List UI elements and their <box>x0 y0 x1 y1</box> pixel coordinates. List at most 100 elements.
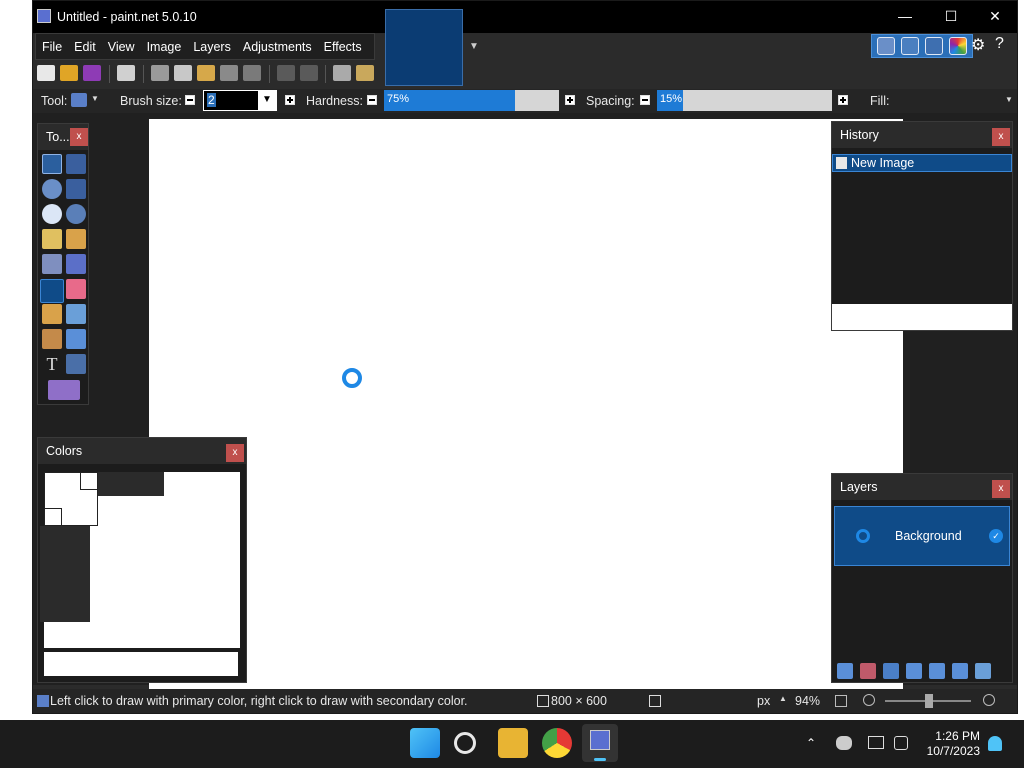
magic-wand-tool-icon[interactable] <box>42 229 62 249</box>
reset-colors-icon[interactable] <box>44 508 62 526</box>
recolor-tool-icon[interactable] <box>66 329 86 349</box>
zoom-level[interactable]: 94% <box>795 694 820 708</box>
gradient-tool-icon[interactable] <box>66 254 86 274</box>
notifications-bell-icon[interactable] <box>988 736 1002 751</box>
network-icon[interactable] <box>868 736 884 749</box>
image-list-chevron-icon[interactable]: ▼ <box>469 41 479 52</box>
zoom-to-window-icon[interactable] <box>835 695 847 707</box>
pencil-tool-icon[interactable] <box>42 304 62 324</box>
pixel-grid-icon[interactable] <box>333 65 351 81</box>
paint-bucket-tool-icon[interactable] <box>42 254 62 274</box>
merge-layer-down-icon[interactable] <box>906 663 922 679</box>
brush-size-increase-button[interactable] <box>285 95 295 105</box>
zoom-slider-thumb[interactable] <box>925 694 933 708</box>
history-item-new-image[interactable]: New Image <box>832 154 1012 172</box>
spacing-slider[interactable]: 15% <box>657 90 832 111</box>
pan-hand-tool-icon[interactable] <box>66 229 86 249</box>
onedrive-icon[interactable] <box>836 736 852 750</box>
help-icon[interactable]: ? <box>995 35 1004 53</box>
crop-to-selection-icon[interactable] <box>220 65 238 81</box>
brush-size-chevron-icon[interactable]: ▼ <box>258 91 276 110</box>
undo-icon[interactable] <box>277 65 295 81</box>
text-tool-icon[interactable]: T <box>42 354 62 374</box>
shapes-tool-icon[interactable] <box>48 380 80 400</box>
menu-effects[interactable]: Effects <box>324 40 362 54</box>
copy-icon[interactable] <box>174 65 192 81</box>
system-clock[interactable]: 1:26 PM 10/7/2023 <box>927 729 980 759</box>
layers-window-icon[interactable] <box>925 37 943 55</box>
units-chevron-icon[interactable]: ▲ <box>779 694 787 703</box>
rectangle-select-tool-icon[interactable] <box>42 154 62 174</box>
history-panel-close-button[interactable]: x <box>992 128 1010 146</box>
start-button-icon[interactable] <box>410 728 440 758</box>
line-curve-tool-icon[interactable] <box>66 354 86 374</box>
more-colors-button[interactable] <box>98 472 164 496</box>
show-hidden-icons-chevron-icon[interactable]: ⌃ <box>806 736 816 750</box>
menu-edit[interactable]: Edit <box>74 40 96 54</box>
print-icon[interactable] <box>117 65 135 81</box>
save-file-icon[interactable] <box>83 65 101 81</box>
move-layer-up-icon[interactable] <box>929 663 945 679</box>
close-button[interactable]: ✕ <box>975 5 1015 29</box>
duplicate-layer-icon[interactable] <box>883 663 899 679</box>
units-selector[interactable]: px <box>757 694 770 708</box>
menu-image[interactable]: Image <box>147 40 182 54</box>
menu-adjustments[interactable]: Adjustments <box>243 40 312 54</box>
hardness-decrease-button[interactable] <box>367 95 377 105</box>
image-canvas[interactable] <box>149 119 903 689</box>
cut-icon[interactable] <box>151 65 169 81</box>
hardness-increase-button[interactable] <box>565 95 575 105</box>
layers-panel-close-button[interactable]: x <box>992 480 1010 498</box>
history-window-icon[interactable] <box>901 37 919 55</box>
brush-size-decrease-button[interactable] <box>185 95 195 105</box>
colors-window-icon[interactable] <box>949 37 967 55</box>
search-icon[interactable] <box>454 732 476 754</box>
menu-view[interactable]: View <box>108 40 135 54</box>
swap-colors-icon[interactable] <box>80 472 98 490</box>
layer-item-background[interactable]: Background ✓ <box>834 506 1010 566</box>
hardness-slider[interactable]: 75% <box>384 90 559 111</box>
move-selection-tool-icon[interactable] <box>66 179 86 199</box>
secondary-color-area[interactable] <box>40 526 90 622</box>
file-explorer-icon[interactable] <box>498 728 528 758</box>
tools-window-icon[interactable] <box>877 37 895 55</box>
open-file-icon[interactable] <box>60 65 78 81</box>
paste-icon[interactable] <box>197 65 215 81</box>
delete-layer-icon[interactable] <box>860 663 876 679</box>
deselect-icon[interactable] <box>243 65 261 81</box>
colors-panel-close-button[interactable]: x <box>226 444 244 462</box>
color-picker-tool-icon[interactable] <box>66 304 86 324</box>
layer-visibility-checkbox[interactable]: ✓ <box>989 529 1003 543</box>
tools-panel-close-button[interactable]: x <box>70 128 88 146</box>
eraser-tool-icon[interactable] <box>66 279 86 299</box>
options-overflow-chevron-icon[interactable]: ▼ <box>1005 95 1013 104</box>
settings-gear-icon[interactable]: ⚙ <box>971 35 985 55</box>
move-selected-pixels-tool-icon[interactable] <box>66 154 86 174</box>
new-file-icon[interactable] <box>37 65 55 81</box>
spacing-increase-button[interactable] <box>838 95 848 105</box>
clone-stamp-tool-icon[interactable] <box>42 329 62 349</box>
color-palette-strip[interactable] <box>44 652 238 676</box>
volume-muted-icon[interactable] <box>894 736 908 750</box>
spacing-decrease-button[interactable] <box>640 95 650 105</box>
paintbrush-tool-button[interactable] <box>40 279 64 303</box>
tool-dropdown-chevron-icon[interactable]: ▼ <box>91 94 99 103</box>
image-thumbnail-tab[interactable] <box>385 9 463 86</box>
add-layer-icon[interactable] <box>837 663 853 679</box>
menu-file[interactable]: File <box>42 40 62 54</box>
layer-properties-icon[interactable] <box>975 663 991 679</box>
redo-icon[interactable] <box>300 65 318 81</box>
paintbrush-tool-icon[interactable] <box>71 93 87 107</box>
chrome-icon[interactable] <box>542 728 572 758</box>
zoom-tool-icon[interactable] <box>66 204 86 224</box>
zoom-in-icon[interactable] <box>983 694 995 706</box>
lasso-select-tool-icon[interactable] <box>42 179 62 199</box>
zoom-out-icon[interactable] <box>863 694 875 706</box>
minimize-button[interactable]: — <box>885 5 925 29</box>
brush-size-input[interactable]: 2 ▼ <box>203 90 277 111</box>
move-layer-down-icon[interactable] <box>952 663 968 679</box>
paintnet-taskbar-button[interactable] <box>582 724 618 762</box>
rulers-icon[interactable] <box>356 65 374 81</box>
ellipse-select-tool-icon[interactable] <box>42 204 62 224</box>
maximize-button[interactable]: ☐ <box>931 5 971 29</box>
